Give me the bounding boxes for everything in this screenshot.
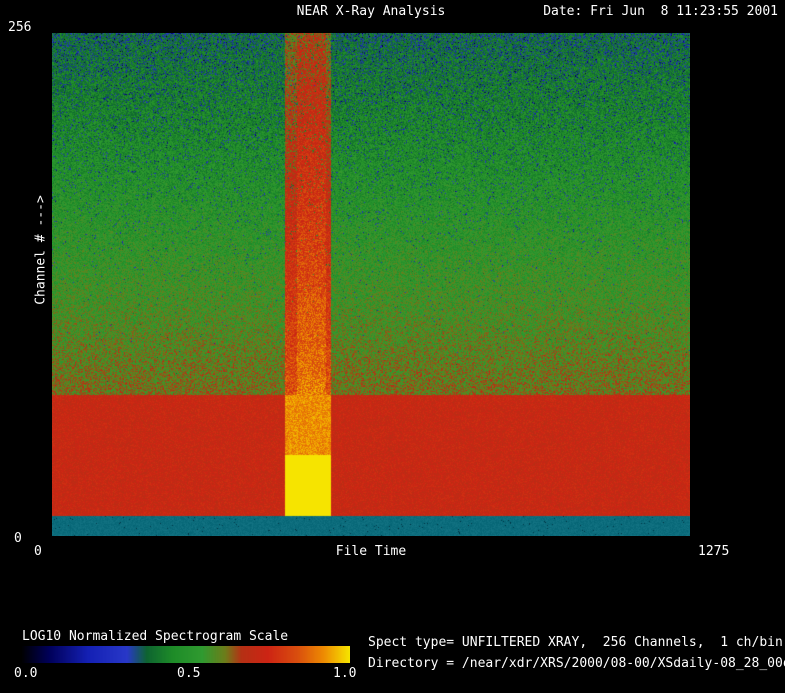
x-axis-title: File Time <box>52 545 690 558</box>
y-axis-title: Channel # ---> <box>35 195 48 305</box>
x-axis-max-label: 1275 <box>698 545 729 558</box>
colorbar-tick-max: 1.0 <box>333 667 356 680</box>
spectrogram-heatmap <box>52 33 690 536</box>
x-axis-min-label: 0 <box>34 545 42 558</box>
date-label: Date: Fri Jun 8 11:23:55 2001 <box>543 5 778 18</box>
colorbar-title: LOG10 Normalized Spectrogram Scale <box>22 630 288 643</box>
spect-type-label: Spect type= UNFILTERED XRAY, 256 Channel… <box>368 636 783 649</box>
colorbar-tick-mid: 0.5 <box>177 667 200 680</box>
y-axis-max-label: 256 <box>8 21 31 34</box>
colorbar-tick-min: 0.0 <box>14 667 37 680</box>
xray-analysis-window: NEAR X-Ray Analysis Date: Fri Jun 8 11:2… <box>0 0 785 693</box>
directory-label: Directory = /near/xdr/XRS/2000/08-00/XSd… <box>368 657 785 670</box>
y-axis-min-label: 0 <box>14 532 22 545</box>
colorbar-gradient <box>22 646 350 663</box>
